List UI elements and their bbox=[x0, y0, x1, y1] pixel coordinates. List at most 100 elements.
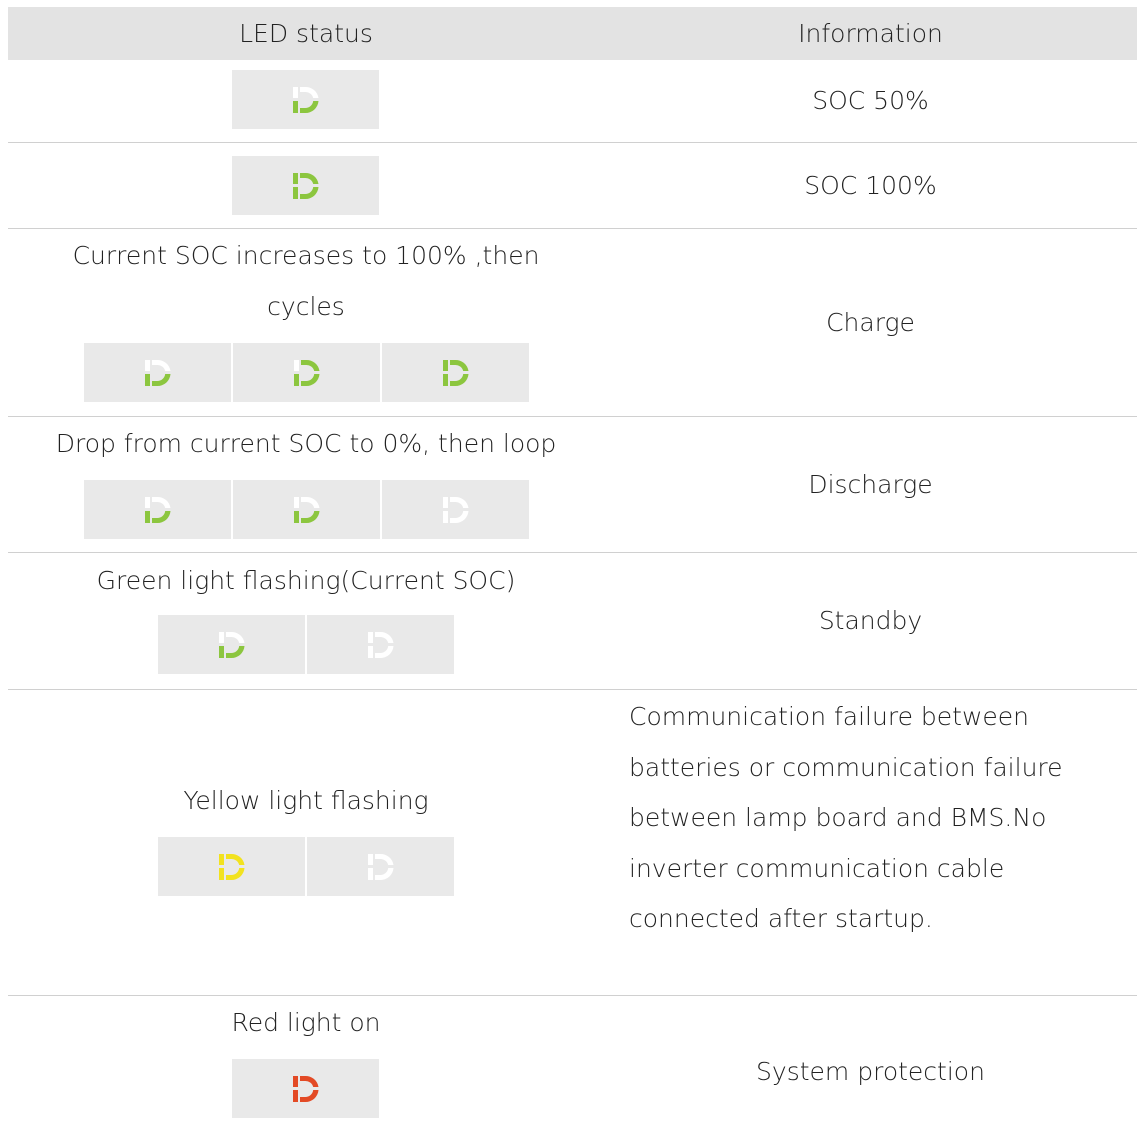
led-tiles bbox=[84, 480, 529, 539]
led-segment-arc-bot bbox=[299, 1089, 318, 1102]
information-cell: Discharge bbox=[604, 417, 1137, 552]
led-indicator-icon bbox=[233, 480, 380, 539]
led-tiles bbox=[232, 156, 379, 215]
led-indicator-icon bbox=[382, 480, 529, 539]
led-status-cell: Yellow light flashing bbox=[8, 690, 604, 995]
led-segment-left-bot bbox=[367, 867, 373, 880]
led-segment-left-top bbox=[442, 496, 448, 508]
led-tiles bbox=[232, 70, 379, 129]
led-segment-left-bot bbox=[144, 510, 150, 523]
info-text: SOC 50% bbox=[812, 86, 929, 115]
table-header: LED status Information bbox=[8, 7, 1137, 60]
led-segment-arc-bot bbox=[151, 373, 170, 386]
table-row: Yellow light flashing Communication fail… bbox=[8, 690, 1137, 996]
led-segment-arc-top bbox=[374, 853, 393, 865]
information-cell: Communication failure between batteries … bbox=[604, 690, 1137, 995]
information-cell: SOC 100% bbox=[604, 143, 1137, 228]
led-status-label: Red light on bbox=[231, 1008, 381, 1037]
information-cell: System protection bbox=[604, 996, 1137, 1124]
led-status-cell: Red light on bbox=[8, 996, 604, 1124]
table-row: SOC 100% bbox=[8, 143, 1137, 229]
led-segment-arc-top bbox=[300, 359, 319, 371]
led-status-cell bbox=[8, 143, 604, 228]
led-indicator-icon bbox=[232, 1059, 379, 1118]
info-line: between lamp board and BMS.No bbox=[629, 803, 1047, 832]
led-segment-left-top bbox=[293, 496, 299, 508]
led-segment-left-bot bbox=[293, 510, 299, 523]
info-text: Charge bbox=[826, 308, 915, 337]
led-segment-arc-top bbox=[449, 359, 468, 371]
led-segment-arc-bot bbox=[374, 645, 393, 658]
header-information: Information bbox=[798, 19, 943, 48]
led-status-cell: Green light flashing(Current SOC) bbox=[8, 553, 604, 689]
led-segment-arc-bot bbox=[299, 186, 318, 199]
led-segment-arc-top bbox=[151, 496, 170, 508]
led-segment-left-top bbox=[144, 359, 150, 371]
table-row: Current SOC increases to 100% ,then cycl… bbox=[8, 229, 1137, 417]
led-segment-arc-top bbox=[299, 86, 318, 98]
table-row: Red light on System protection bbox=[8, 996, 1137, 1124]
led-status-label: Drop from current SOC to 0%, then loop bbox=[55, 429, 557, 458]
led-segment-left-top bbox=[292, 172, 298, 184]
led-indicator-icon bbox=[158, 615, 305, 674]
led-segment-left-top bbox=[367, 853, 373, 865]
led-segment-arc-bot bbox=[300, 373, 319, 386]
led-indicator-icon bbox=[382, 343, 529, 402]
led-segment-left-top bbox=[292, 86, 298, 98]
led-segment-arc-top bbox=[299, 172, 318, 184]
led-segment-left-bot bbox=[218, 867, 224, 880]
info-line: Communication failure between bbox=[629, 702, 1030, 731]
led-indicator-icon bbox=[307, 837, 454, 896]
led-segment-left-top bbox=[292, 1075, 298, 1087]
led-segment-arc-top bbox=[374, 631, 393, 643]
led-indicator-icon bbox=[232, 156, 379, 215]
led-segment-arc-top bbox=[225, 853, 244, 865]
information-cell: SOC 50% bbox=[604, 60, 1137, 142]
led-segment-left-top bbox=[442, 359, 448, 371]
led-segment-arc-bot bbox=[151, 510, 170, 523]
led-segment-left-bot bbox=[292, 186, 298, 199]
led-segment-arc-bot bbox=[225, 645, 244, 658]
table-row: Drop from current SOC to 0%, then loop D… bbox=[8, 417, 1137, 553]
led-segment-left-top bbox=[144, 496, 150, 508]
table-row: SOC 50% bbox=[8, 60, 1137, 143]
info-text: Standby bbox=[818, 606, 923, 635]
led-segment-left-bot bbox=[292, 1089, 298, 1102]
led-segment-arc-bot bbox=[299, 100, 318, 113]
information-cell: Standby bbox=[604, 553, 1137, 689]
led-status-label: Yellow light flashing bbox=[183, 786, 429, 815]
led-status-cell: Current SOC increases to 100% ,then cycl… bbox=[8, 229, 604, 416]
led-status-cell: Drop from current SOC to 0%, then loop bbox=[8, 417, 604, 552]
led-segment-arc-bot bbox=[300, 510, 319, 523]
info-text: Discharge bbox=[808, 470, 933, 499]
led-segment-arc-bot bbox=[449, 510, 468, 523]
led-segment-left-bot bbox=[442, 373, 448, 386]
led-segment-left-bot bbox=[218, 645, 224, 658]
led-indicator-icon bbox=[232, 70, 379, 129]
led-segment-left-top bbox=[367, 631, 373, 643]
led-segment-left-bot bbox=[292, 100, 298, 113]
led-segment-arc-top bbox=[449, 496, 468, 508]
led-segment-arc-bot bbox=[449, 373, 468, 386]
led-status-cell bbox=[8, 60, 604, 142]
led-segment-left-top bbox=[218, 853, 224, 865]
led-status-label: Current SOC increases to 100% ,then bbox=[72, 241, 540, 270]
led-segment-left-bot bbox=[293, 373, 299, 386]
info-line: inverter communication cable bbox=[629, 853, 1005, 883]
info-text: Communication failure between batteries … bbox=[629, 692, 1129, 945]
info-line: batteries or communication failure bbox=[629, 752, 1063, 782]
led-tiles bbox=[84, 343, 529, 402]
led-tiles bbox=[158, 615, 454, 674]
led-status-label: cycles bbox=[267, 292, 345, 321]
led-indicator-icon bbox=[307, 615, 454, 674]
information-cell: Charge bbox=[604, 229, 1137, 416]
led-segment-left-bot bbox=[442, 510, 448, 523]
led-tiles bbox=[232, 1059, 379, 1118]
led-segment-arc-top bbox=[299, 1075, 318, 1087]
led-indicator-icon bbox=[158, 837, 305, 896]
led-segment-left-top bbox=[218, 631, 224, 643]
led-segment-arc-top bbox=[225, 631, 244, 643]
led-segment-left-bot bbox=[367, 645, 373, 658]
led-segment-arc-bot bbox=[225, 867, 244, 880]
info-text: SOC 100% bbox=[804, 171, 937, 200]
